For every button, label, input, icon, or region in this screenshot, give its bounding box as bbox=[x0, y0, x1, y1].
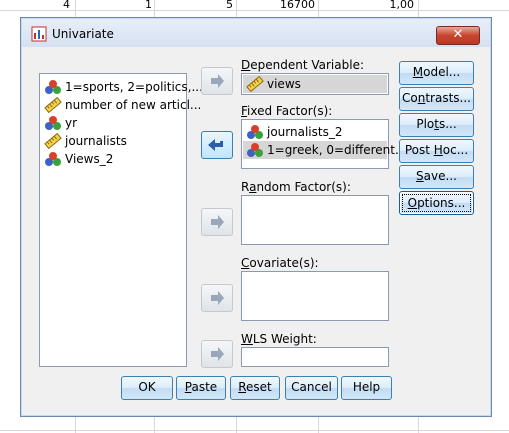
list-item[interactable]: 1=greek, 0=different... bbox=[243, 141, 406, 159]
scale-icon bbox=[44, 97, 62, 113]
univariate-dialog: Univariate ✕ 1=sports, 2=politics,... nu… bbox=[20, 17, 492, 417]
sheet-cell[interactable]: 1 bbox=[120, 0, 152, 12]
cancel-button[interactable]: Cancel bbox=[285, 376, 338, 400]
sheet-cell[interactable]: 16700 bbox=[270, 0, 315, 12]
variable-label: 1=sports, 2=politics,... bbox=[65, 80, 203, 94]
reset-button[interactable]: Reset bbox=[230, 376, 280, 400]
help-button[interactable]: Help bbox=[341, 376, 392, 400]
sheet-cell[interactable]: 1,00 bbox=[370, 0, 415, 12]
paste-button[interactable]: Paste bbox=[176, 376, 226, 400]
fixed-factors-list[interactable]: journalists_2 1=greek, 0=different... bbox=[241, 119, 406, 169]
grid-line bbox=[0, 10, 509, 11]
wls-weight-label: WLS Weight: bbox=[241, 332, 317, 346]
move-to-dependent-button[interactable] bbox=[201, 67, 233, 95]
variable-label: Views_2 bbox=[65, 152, 114, 166]
variable-label: views bbox=[267, 77, 301, 91]
dialog-title: Univariate bbox=[52, 27, 114, 41]
scale-icon bbox=[44, 133, 62, 149]
covariates-label: Covariate(s): bbox=[241, 256, 319, 270]
nominal-icon bbox=[247, 125, 263, 139]
source-variable-list[interactable]: 1=sports, 2=politics,... number of new a… bbox=[39, 73, 203, 367]
ok-button[interactable]: OK bbox=[121, 376, 173, 400]
nominal-icon bbox=[45, 116, 61, 130]
arrow-left-icon bbox=[208, 139, 223, 151]
univariate-app-icon bbox=[31, 26, 47, 42]
random-factors-list[interactable] bbox=[241, 195, 389, 245]
variable-label: 1=greek, 0=different... bbox=[267, 143, 407, 157]
focus-ring: Options... bbox=[402, 194, 471, 212]
close-button[interactable]: ✕ bbox=[436, 26, 480, 45]
contrasts-button[interactable]: Contrasts... bbox=[399, 87, 474, 111]
list-item[interactable]: views bbox=[243, 75, 387, 93]
dependent-variable-field[interactable]: views bbox=[241, 73, 389, 95]
move-to-fixed-factor-button[interactable] bbox=[201, 131, 233, 159]
save-button[interactable]: Save... bbox=[399, 165, 474, 189]
dependent-variable-label: Dependent Variable: bbox=[241, 58, 364, 72]
move-to-covariate-button[interactable] bbox=[201, 284, 233, 312]
plots-button[interactable]: Plots... bbox=[399, 113, 474, 137]
model-button[interactable]: Model... bbox=[399, 61, 474, 85]
random-factors-label: Random Factor(s): bbox=[241, 180, 351, 194]
scale-icon bbox=[246, 76, 264, 92]
nominal-icon bbox=[45, 80, 61, 94]
options-button[interactable]: Options... bbox=[399, 191, 474, 215]
variable-label: yr bbox=[65, 116, 78, 130]
sheet-cell[interactable]: 4 bbox=[40, 0, 70, 12]
variable-label: journalists bbox=[65, 134, 127, 148]
grid-line bbox=[0, 430, 509, 431]
fixed-factors-label: Fixed Factor(s): bbox=[241, 104, 333, 118]
arrow-right-icon bbox=[211, 215, 224, 229]
variable-label: journalists_2 bbox=[267, 125, 343, 139]
covariates-list[interactable] bbox=[241, 271, 389, 321]
arrow-right-icon bbox=[211, 74, 224, 88]
wls-weight-field[interactable] bbox=[241, 347, 389, 367]
arrow-right-icon bbox=[211, 291, 224, 305]
move-to-wls-weight-button[interactable] bbox=[201, 340, 233, 368]
title-bar[interactable]: Univariate ✕ bbox=[22, 19, 490, 47]
close-icon: ✕ bbox=[452, 27, 464, 42]
nominal-icon bbox=[247, 143, 263, 157]
nominal-icon bbox=[45, 152, 61, 166]
post-hoc-button[interactable]: Post Hoc... bbox=[399, 139, 474, 163]
variable-label: number of new articl... bbox=[65, 98, 202, 112]
arrow-right-icon bbox=[211, 347, 224, 361]
move-to-random-factor-button[interactable] bbox=[201, 208, 233, 236]
sheet-cell[interactable]: 5 bbox=[200, 0, 233, 12]
